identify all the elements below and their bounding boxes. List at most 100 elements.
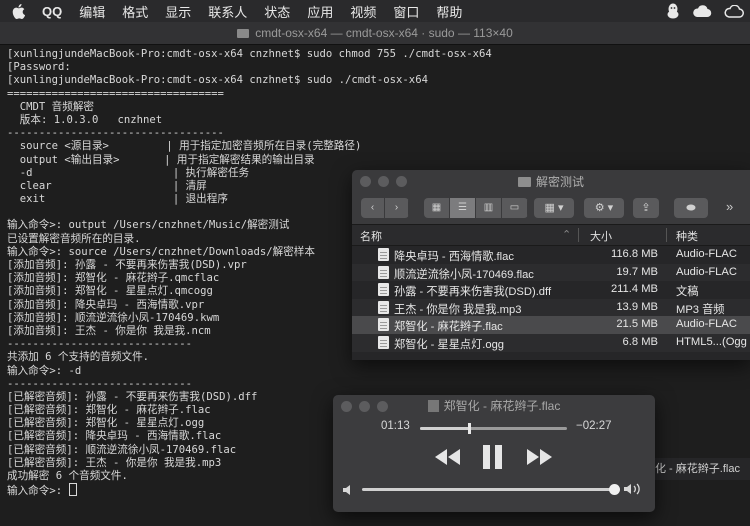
toolbar-overflow-button[interactable]: » xyxy=(726,199,733,214)
menu-app-qq[interactable]: QQ xyxy=(42,4,62,19)
file-name: 顺流逆流徐小凤-170469.flac xyxy=(394,268,534,281)
terminal-line: [xunlingjundeMacBook-Pro:cmdt-osx-x64 cn… xyxy=(7,74,428,87)
terminal-line: [xunlingjundeMacBook-Pro:cmdt-osx-x64 cn… xyxy=(7,48,492,60)
terminal-title: cmdt-osx-x64 — cmdt-osx-x64 · sudo — 113… xyxy=(255,26,513,40)
file-size: 116.8 MB xyxy=(610,248,658,260)
terminal-line: output <输出目录> | 用于指定解密结果的输出目录 xyxy=(7,153,315,166)
volume-slider-handle[interactable] xyxy=(609,484,620,495)
icon-view-button[interactable]: ▦ xyxy=(424,198,450,218)
menu-edit[interactable]: 编辑 xyxy=(79,2,105,21)
file-name: 降央卓玛 - 西海情歌.flac xyxy=(394,251,514,263)
terminal-line: ---------------------------------- xyxy=(7,127,224,140)
forward-button[interactable]: › xyxy=(385,198,409,218)
column-size[interactable]: 大小 xyxy=(590,228,612,244)
file-name: 王杰 - 你是你 我是我.mp3 xyxy=(394,303,522,316)
terminal-line: source <源目录> | 用于指定加密音频所在目录(完整路径) xyxy=(7,140,362,153)
file-row[interactable]: 降央卓玛 - 西海情歌.flac 116.8 MB Audio-FLAC xyxy=(352,246,750,264)
menu-view[interactable]: 显示 xyxy=(165,2,191,21)
rewind-icon[interactable] xyxy=(435,449,461,470)
finder-status-text: 化 - 麻花辫子.flac xyxy=(655,458,750,480)
folder-icon xyxy=(237,29,250,38)
terminal-line: ----------------------------- xyxy=(7,377,192,390)
apple-icon[interactable] xyxy=(12,3,26,19)
column-kind[interactable]: 种类 xyxy=(676,228,698,244)
close-button[interactable] xyxy=(360,176,371,187)
file-row[interactable]: 顺流逆流徐小凤-170469.flac 19.7 MB Audio-FLAC xyxy=(352,263,750,282)
file-kind: Audio-FLAC xyxy=(676,248,737,260)
file-size: 6.8 MB xyxy=(622,335,658,348)
file-row[interactable]: 孙露 - 不要再来伤害我(DSD).dff 211.4 MB 文稿 xyxy=(352,281,750,299)
action-gear-button[interactable]: ⚙ ▾ xyxy=(584,198,624,218)
terminal-line: CMDT 音频解密 xyxy=(7,100,95,113)
player-title: 郑智化 - 麻花辫子.flac xyxy=(443,399,561,413)
menu-window[interactable]: 窗口 xyxy=(393,2,419,21)
minimize-button[interactable] xyxy=(378,176,389,187)
menu-contacts[interactable]: 联系人 xyxy=(208,2,247,21)
transport-controls xyxy=(333,443,655,471)
elapsed-time: 01:13 xyxy=(381,420,410,432)
creative-cloud-icon[interactable] xyxy=(724,4,744,21)
timeline: 01:13 −02:27 xyxy=(333,420,655,436)
file-kind: 文稿 xyxy=(676,286,699,299)
menu-help[interactable]: 帮助 xyxy=(436,2,462,21)
terminal-titlebar[interactable]: cmdt-osx-x64 — cmdt-osx-x64 · sudo — 113… xyxy=(0,22,750,45)
back-button[interactable]: ‹ xyxy=(361,198,385,218)
document-icon xyxy=(378,300,389,314)
column-view-button[interactable]: ▥ xyxy=(476,198,502,218)
finder-title: 解密测试 xyxy=(535,174,584,189)
terminal-line: 版本: 1.0.3.0 cnzhnet xyxy=(7,113,163,126)
document-icon xyxy=(378,318,389,332)
pause-icon[interactable] xyxy=(483,445,503,474)
menu-format[interactable]: 格式 xyxy=(122,2,148,21)
scrubber-handle[interactable] xyxy=(468,423,472,434)
share-button[interactable]: ⇪ xyxy=(633,198,659,218)
group-button[interactable]: ▦ ▾ xyxy=(534,198,574,218)
file-row[interactable]: 郑智化 - 麻花辫子.flac 21.5 MB Audio-FLAC xyxy=(352,316,750,334)
file-name: 郑智化 - 麻花辫子.flac xyxy=(394,321,503,334)
zoom-button[interactable] xyxy=(396,176,407,187)
file-kind: Audio-FLAC xyxy=(676,265,737,278)
menu-status[interactable]: 状态 xyxy=(264,2,290,21)
terminal-line: ================================== xyxy=(7,87,224,100)
sort-chevron-icon: ⌃ xyxy=(562,229,572,241)
tags-button[interactable]: ⬬ xyxy=(674,198,708,218)
terminal-cursor xyxy=(68,483,77,497)
player-titlebar[interactable]: 郑智化 - 麻花辫子.flac xyxy=(333,395,655,417)
minimize-button[interactable] xyxy=(359,401,370,412)
list-view-button[interactable]: ☰ xyxy=(450,198,476,218)
volume-low-icon xyxy=(343,483,355,501)
volume-slider[interactable] xyxy=(362,484,620,495)
column-name[interactable]: 名称 xyxy=(360,228,382,244)
finder-titlebar[interactable]: 解密测试 xyxy=(352,170,750,192)
menu-video[interactable]: 视频 xyxy=(350,2,376,21)
document-icon xyxy=(378,248,389,261)
file-name: 郑智化 - 星星点灯.ogg xyxy=(394,338,505,351)
file-row[interactable]: 王杰 - 你是你 我是我.mp3 13.9 MB MP3 音频 xyxy=(352,298,750,317)
terminal-line: 输入命令>: -d xyxy=(7,364,82,377)
file-size: 21.5 MB xyxy=(616,318,658,331)
cloud-icon[interactable] xyxy=(692,4,712,21)
remaining-time: −02:27 xyxy=(576,420,612,432)
zoom-button[interactable] xyxy=(377,401,388,412)
scrubber-track[interactable] xyxy=(420,423,567,434)
finder-window: 解密测试 ‹ › ▦ ☰ ▥ ▭ ▦ ▾ ⚙ ▾ ⇪ ⬬ » 名称 ⌃ 大小 种… xyxy=(352,170,750,360)
gallery-view-button[interactable]: ▭ xyxy=(502,198,528,218)
document-icon xyxy=(378,335,389,349)
file-size: 13.9 MB xyxy=(616,300,658,313)
file-size: 211.4 MB xyxy=(610,283,658,296)
column-header: 名称 ⌃ 大小 种类 xyxy=(352,225,750,246)
volume-high-icon xyxy=(624,482,644,501)
terminal-line: [Password: xyxy=(7,61,71,74)
folder-icon xyxy=(517,176,531,187)
file-size: 19.7 MB xyxy=(616,265,658,278)
file-kind: HTML5...(Ogg xyxy=(676,335,747,348)
menu-apps[interactable]: 应用 xyxy=(307,2,333,21)
file-row[interactable]: 郑智化 - 星星点灯.ogg 6.8 MB HTML5...(Ogg xyxy=(352,333,750,352)
file-list: 降央卓玛 - 西海情歌.flac 116.8 MB Audio-FLAC 顺流逆流徐小… xyxy=(352,246,750,352)
fast-forward-icon[interactable] xyxy=(527,449,553,470)
finder-toolbar: ‹ › ▦ ☰ ▥ ▭ ▦ ▾ ⚙ ▾ ⇪ ⬬ » xyxy=(352,192,750,225)
quicktime-player-window: 郑智化 - 麻花辫子.flac 01:13 −02:27 xyxy=(333,395,655,512)
qq-penguin-icon[interactable] xyxy=(666,3,680,22)
audio-file-icon xyxy=(427,400,439,412)
close-button[interactable] xyxy=(341,401,352,412)
